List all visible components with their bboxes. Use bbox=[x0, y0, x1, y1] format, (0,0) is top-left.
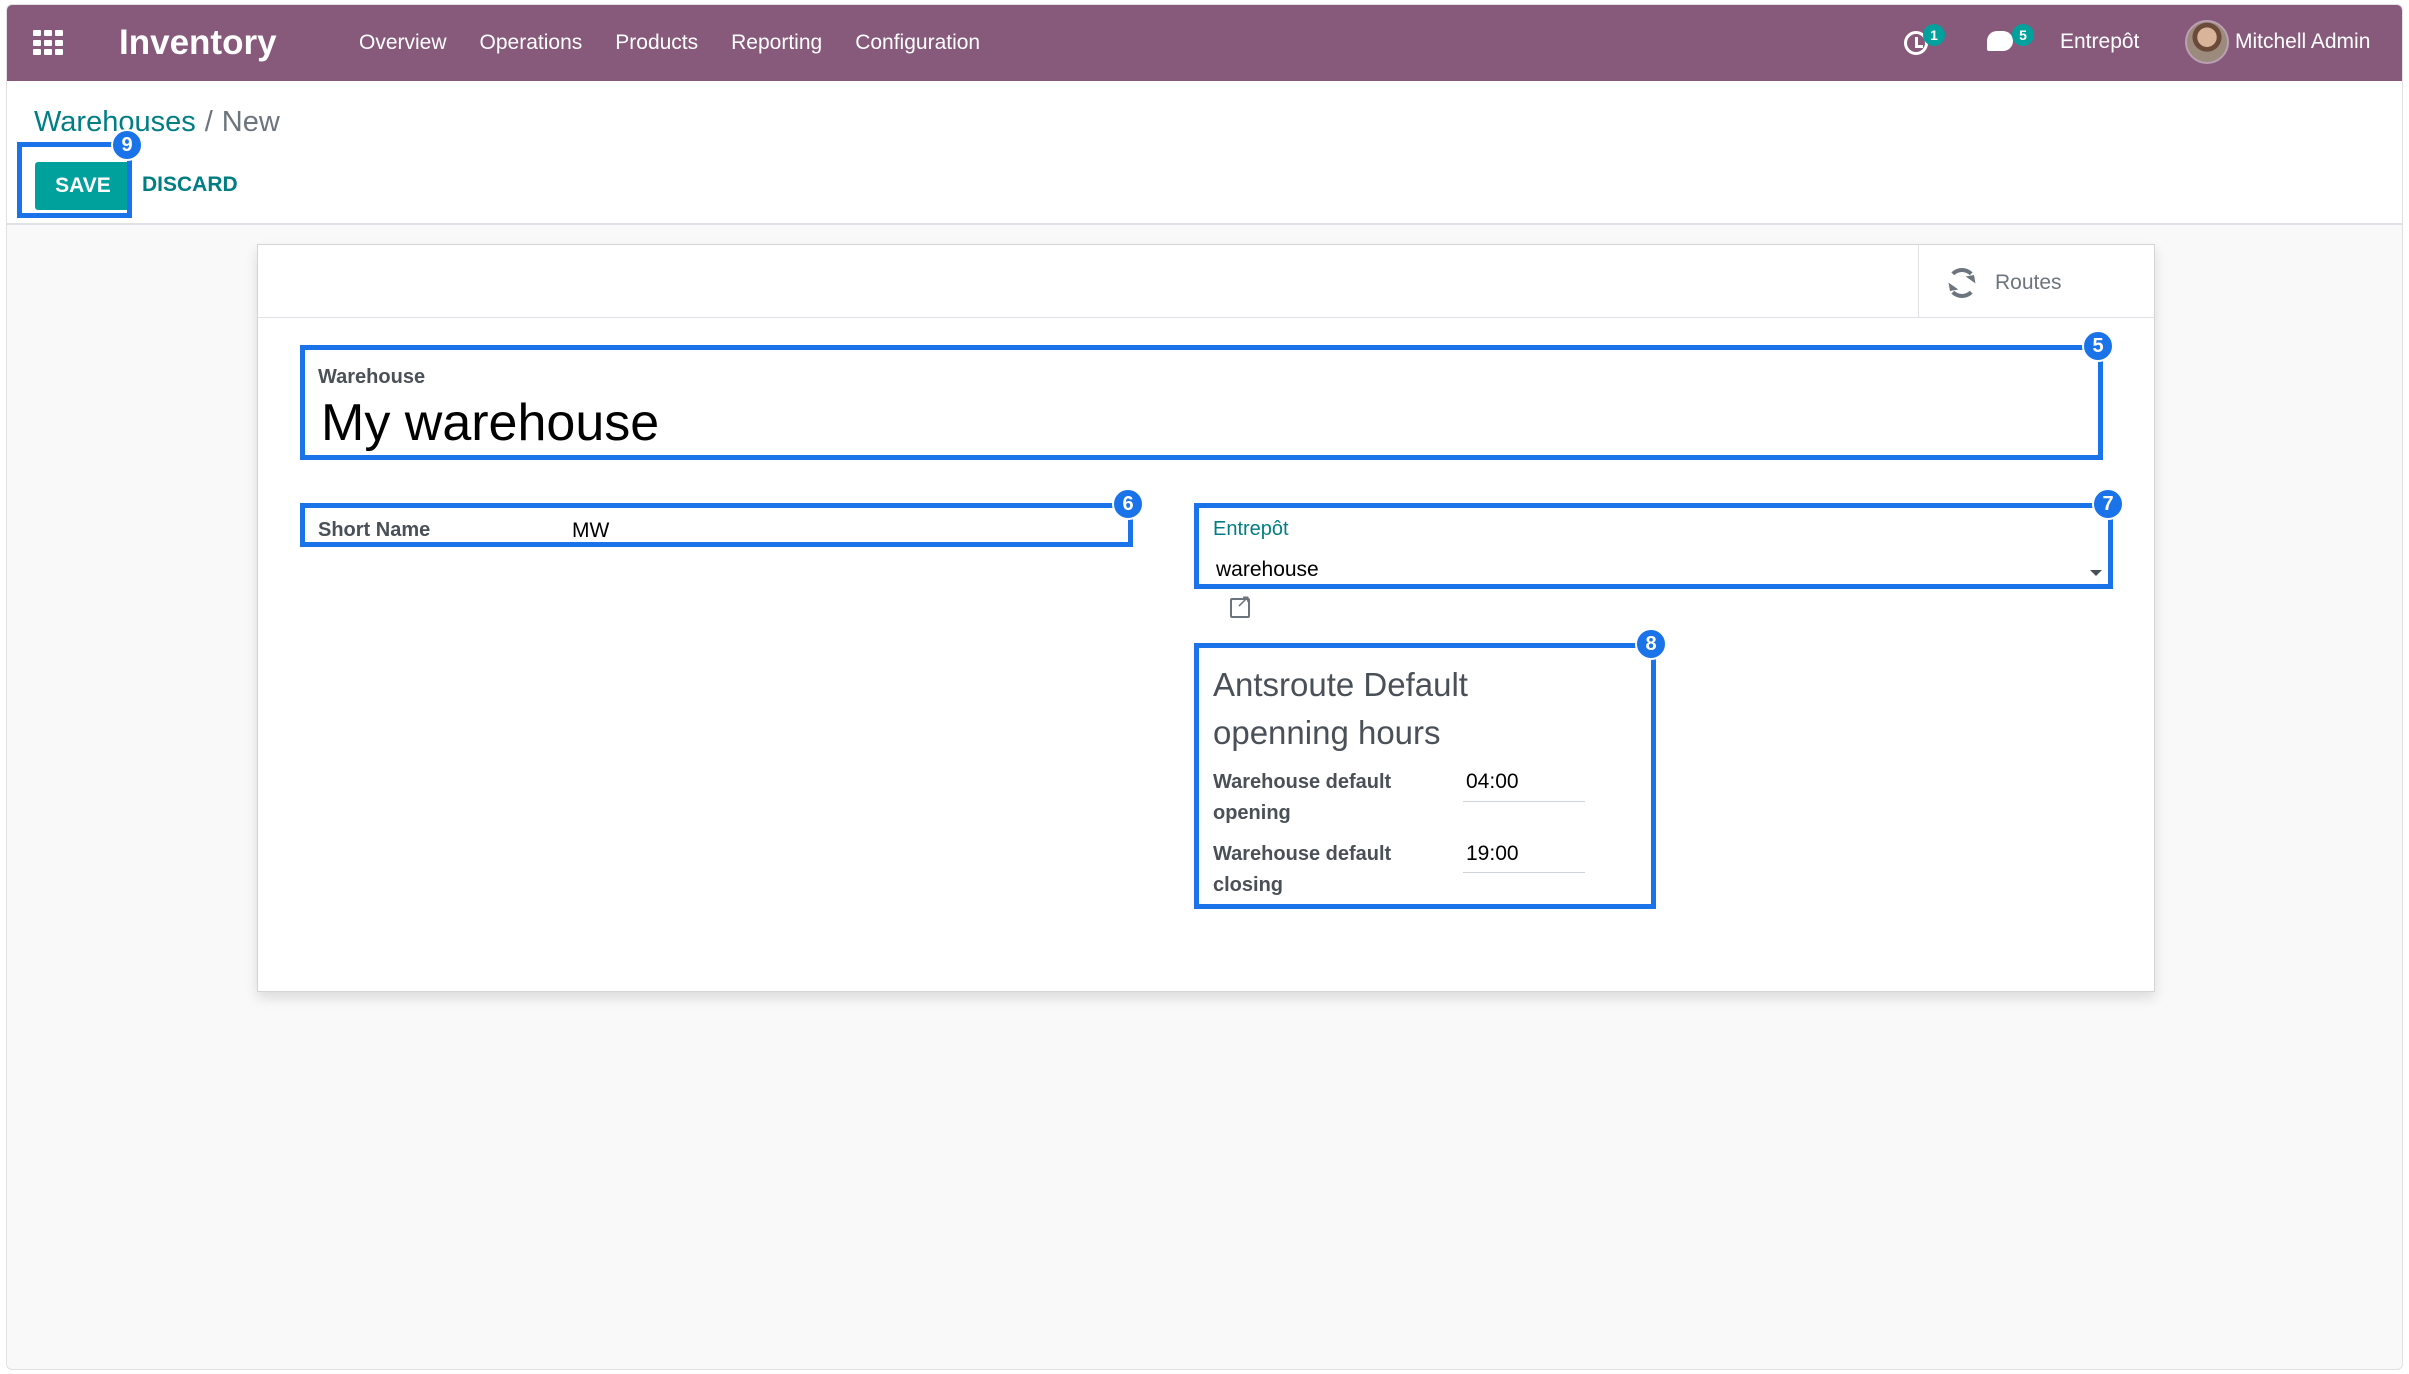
company-switcher[interactable]: Entrepôt bbox=[2060, 30, 2139, 54]
menu-overview[interactable]: Overview bbox=[359, 31, 447, 55]
annotation-marker-5: 5 bbox=[2082, 330, 2114, 362]
user-menu[interactable]: Mitchell Admin bbox=[2235, 30, 2370, 54]
highlight-box-short-name bbox=[300, 503, 1133, 547]
menu-products[interactable]: Products bbox=[615, 31, 698, 55]
message-count-badge: 5 bbox=[2012, 24, 2034, 46]
button-box: Routes bbox=[258, 245, 2154, 318]
menu-configuration[interactable]: Configuration bbox=[855, 31, 980, 55]
refresh-icon bbox=[1947, 268, 1977, 298]
annotation-marker-8: 8 bbox=[1635, 628, 1667, 660]
menu-reporting[interactable]: Reporting bbox=[731, 31, 822, 55]
highlight-box-entrepot bbox=[1194, 503, 2113, 589]
routes-button[interactable]: Routes bbox=[1918, 245, 2154, 318]
apps-menu-icon[interactable] bbox=[33, 30, 65, 56]
user-avatar[interactable] bbox=[2185, 20, 2229, 64]
main-menu: Overview Operations Products Reporting C… bbox=[359, 5, 1013, 81]
top-navbar: Inventory Overview Operations Products R… bbox=[7, 5, 2402, 81]
highlight-box-warehouse bbox=[300, 345, 2103, 460]
messages-chat-icon[interactable] bbox=[1987, 31, 2013, 51]
highlight-box-opening-hours bbox=[1194, 643, 1656, 909]
external-link-icon[interactable] bbox=[1230, 591, 1251, 618]
routes-label: Routes bbox=[1995, 271, 2062, 294]
breadcrumb-current: New bbox=[221, 106, 280, 138]
breadcrumb: Warehouses / New bbox=[34, 106, 280, 139]
menu-operations[interactable]: Operations bbox=[480, 31, 583, 55]
control-panel: Warehouses / New SAVE DISCARD bbox=[7, 81, 2402, 225]
discard-button[interactable]: DISCARD bbox=[142, 173, 238, 197]
annotation-marker-7: 7 bbox=[2092, 488, 2124, 520]
breadcrumb-separator: / bbox=[204, 106, 213, 138]
activity-count-badge: 1 bbox=[1923, 24, 1945, 46]
app-title[interactable]: Inventory bbox=[119, 23, 277, 63]
annotation-marker-6: 6 bbox=[1112, 488, 1144, 520]
annotation-marker-9: 9 bbox=[111, 129, 143, 161]
